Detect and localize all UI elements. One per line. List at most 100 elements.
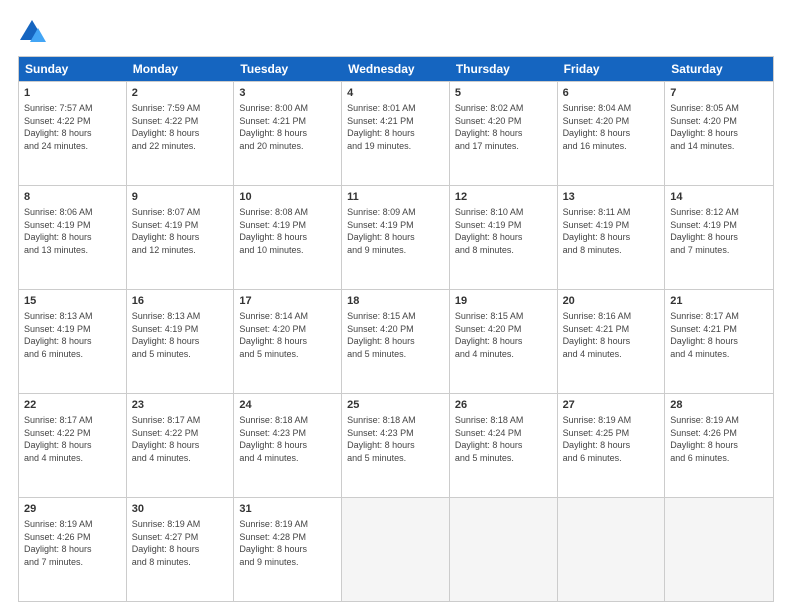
day-cell: 11 Sunrise: 8:09 AM Sunset: 4:19 PM Dayli… <box>342 186 450 289</box>
day-cell: 12 Sunrise: 8:10 AM Sunset: 4:19 PM Dayli… <box>450 186 558 289</box>
day-number: 8 <box>24 190 121 205</box>
day-info: Sunrise: 8:19 AM Sunset: 4:27 PM Dayligh… <box>132 519 201 567</box>
day-info: Sunrise: 8:17 AM Sunset: 4:22 PM Dayligh… <box>24 415 93 463</box>
day-number: 20 <box>563 294 660 309</box>
day-number: 19 <box>455 294 552 309</box>
header-day: Sunday <box>19 57 127 81</box>
day-info: Sunrise: 8:04 AM Sunset: 4:20 PM Dayligh… <box>563 103 632 151</box>
day-cell: 8 Sunrise: 8:06 AM Sunset: 4:19 PM Daylig… <box>19 186 127 289</box>
day-number: 13 <box>563 190 660 205</box>
day-cell: 18 Sunrise: 8:15 AM Sunset: 4:20 PM Dayli… <box>342 290 450 393</box>
calendar-row: 15 Sunrise: 8:13 AM Sunset: 4:19 PM Dayli… <box>19 289 773 393</box>
day-cell: 13Sunrise: 8:11 AM Sunset: 4:19 PM Dayli… <box>558 186 666 289</box>
calendar: SundayMondayTuesdayWednesdayThursdayFrid… <box>18 56 774 602</box>
day-info: Sunrise: 8:14 AM Sunset: 4:20 PM Dayligh… <box>239 311 308 359</box>
day-cell: 6 Sunrise: 8:04 AM Sunset: 4:20 PM Daylig… <box>558 82 666 185</box>
calendar-row: 1 Sunrise: 7:57 AM Sunset: 4:22 PM Daylig… <box>19 81 773 185</box>
day-info: Sunrise: 8:19 AM Sunset: 4:26 PM Dayligh… <box>24 519 93 567</box>
day-cell: 16 Sunrise: 8:13 AM Sunset: 4:19 PM Dayli… <box>127 290 235 393</box>
day-info: Sunrise: 8:10 AM Sunset: 4:19 PM Dayligh… <box>455 207 524 255</box>
header-day: Wednesday <box>342 57 450 81</box>
day-cell: 23 Sunrise: 8:17 AM Sunset: 4:22 PM Dayli… <box>127 394 235 497</box>
day-cell: 26 Sunrise: 8:18 AM Sunset: 4:24 PM Dayli… <box>450 394 558 497</box>
day-number: 18 <box>347 294 444 309</box>
day-info: Sunrise: 8:19 AM Sunset: 4:26 PM Dayligh… <box>670 415 739 463</box>
day-info: Sunrise: 8:18 AM Sunset: 4:23 PM Dayligh… <box>239 415 308 463</box>
day-number: 26 <box>455 398 552 413</box>
day-number: 17 <box>239 294 336 309</box>
day-info: Sunrise: 8:18 AM Sunset: 4:23 PM Dayligh… <box>347 415 416 463</box>
day-cell: 25 Sunrise: 8:18 AM Sunset: 4:23 PM Dayli… <box>342 394 450 497</box>
header-day: Thursday <box>450 57 558 81</box>
day-info: Sunrise: 8:18 AM Sunset: 4:24 PM Dayligh… <box>455 415 524 463</box>
header-day: Friday <box>558 57 666 81</box>
day-cell: 9 Sunrise: 8:07 AM Sunset: 4:19 PM Daylig… <box>127 186 235 289</box>
day-cell: 3Sunrise: 8:00 AM Sunset: 4:21 PM Daylig… <box>234 82 342 185</box>
day-info: Sunrise: 8:00 AM Sunset: 4:21 PM Dayligh… <box>239 103 308 151</box>
day-number: 28 <box>670 398 768 413</box>
day-info: Sunrise: 8:02 AM Sunset: 4:20 PM Dayligh… <box>455 103 524 151</box>
day-number: 16 <box>132 294 229 309</box>
day-number: 25 <box>347 398 444 413</box>
day-info: Sunrise: 7:57 AM Sunset: 4:22 PM Dayligh… <box>24 103 93 151</box>
day-number: 12 <box>455 190 552 205</box>
day-cell: 7 Sunrise: 8:05 AM Sunset: 4:20 PM Daylig… <box>665 82 773 185</box>
empty-cell <box>342 498 450 601</box>
day-number: 11 <box>347 190 444 205</box>
day-cell: 10 Sunrise: 8:08 AM Sunset: 4:19 PM Dayli… <box>234 186 342 289</box>
day-number: 21 <box>670 294 768 309</box>
day-number: 24 <box>239 398 336 413</box>
day-cell: 21 Sunrise: 8:17 AM Sunset: 4:21 PM Dayli… <box>665 290 773 393</box>
day-cell: 20 Sunrise: 8:16 AM Sunset: 4:21 PM Dayli… <box>558 290 666 393</box>
day-info: Sunrise: 8:01 AM Sunset: 4:21 PM Dayligh… <box>347 103 416 151</box>
day-cell: 19Sunrise: 8:15 AM Sunset: 4:20 PM Dayli… <box>450 290 558 393</box>
day-info: Sunrise: 8:07 AM Sunset: 4:19 PM Dayligh… <box>132 207 201 255</box>
calendar-header: SundayMondayTuesdayWednesdayThursdayFrid… <box>19 57 773 81</box>
day-number: 27 <box>563 398 660 413</box>
calendar-row: 22 Sunrise: 8:17 AM Sunset: 4:22 PM Dayli… <box>19 393 773 497</box>
day-number: 31 <box>239 502 336 517</box>
day-number: 9 <box>132 190 229 205</box>
day-cell: 31Sunrise: 8:19 AM Sunset: 4:28 PM Dayli… <box>234 498 342 601</box>
day-info: Sunrise: 8:16 AM Sunset: 4:21 PM Dayligh… <box>563 311 632 359</box>
day-number: 14 <box>670 190 768 205</box>
day-number: 22 <box>24 398 121 413</box>
day-cell: 28 Sunrise: 8:19 AM Sunset: 4:26 PM Dayli… <box>665 394 773 497</box>
day-number: 23 <box>132 398 229 413</box>
day-cell: 2Sunrise: 7:59 AM Sunset: 4:22 PM Daylig… <box>127 82 235 185</box>
day-number: 4 <box>347 86 444 101</box>
day-cell: 1 Sunrise: 7:57 AM Sunset: 4:22 PM Daylig… <box>19 82 127 185</box>
day-info: Sunrise: 8:05 AM Sunset: 4:20 PM Dayligh… <box>670 103 739 151</box>
calendar-body: 1 Sunrise: 7:57 AM Sunset: 4:22 PM Daylig… <box>19 81 773 601</box>
day-cell: 30Sunrise: 8:19 AM Sunset: 4:27 PM Dayli… <box>127 498 235 601</box>
day-cell: 4 Sunrise: 8:01 AM Sunset: 4:21 PM Daylig… <box>342 82 450 185</box>
day-number: 7 <box>670 86 768 101</box>
day-number: 2 <box>132 86 229 101</box>
empty-cell <box>665 498 773 601</box>
empty-cell <box>558 498 666 601</box>
day-cell: 17 Sunrise: 8:14 AM Sunset: 4:20 PM Dayli… <box>234 290 342 393</box>
day-info: Sunrise: 8:15 AM Sunset: 4:20 PM Dayligh… <box>347 311 416 359</box>
logo-icon <box>18 18 46 46</box>
header-day: Monday <box>127 57 235 81</box>
header-day: Saturday <box>665 57 773 81</box>
day-number: 10 <box>239 190 336 205</box>
day-number: 1 <box>24 86 121 101</box>
page: SundayMondayTuesdayWednesdayThursdayFrid… <box>0 0 792 612</box>
empty-cell <box>450 498 558 601</box>
day-info: Sunrise: 8:13 AM Sunset: 4:19 PM Dayligh… <box>24 311 93 359</box>
day-info: Sunrise: 8:17 AM Sunset: 4:21 PM Dayligh… <box>670 311 739 359</box>
calendar-row: 29Sunrise: 8:19 AM Sunset: 4:26 PM Dayli… <box>19 497 773 601</box>
header <box>18 18 774 46</box>
day-info: Sunrise: 8:13 AM Sunset: 4:19 PM Dayligh… <box>132 311 201 359</box>
day-cell: 15 Sunrise: 8:13 AM Sunset: 4:19 PM Dayli… <box>19 290 127 393</box>
day-info: Sunrise: 8:09 AM Sunset: 4:19 PM Dayligh… <box>347 207 416 255</box>
day-info: Sunrise: 8:17 AM Sunset: 4:22 PM Dayligh… <box>132 415 201 463</box>
day-info: Sunrise: 8:08 AM Sunset: 4:19 PM Dayligh… <box>239 207 308 255</box>
day-info: Sunrise: 8:19 AM Sunset: 4:25 PM Dayligh… <box>563 415 632 463</box>
day-number: 15 <box>24 294 121 309</box>
day-info: Sunrise: 8:12 AM Sunset: 4:19 PM Dayligh… <box>670 207 739 255</box>
day-info: Sunrise: 8:06 AM Sunset: 4:19 PM Dayligh… <box>24 207 93 255</box>
logo <box>18 18 50 46</box>
day-number: 6 <box>563 86 660 101</box>
